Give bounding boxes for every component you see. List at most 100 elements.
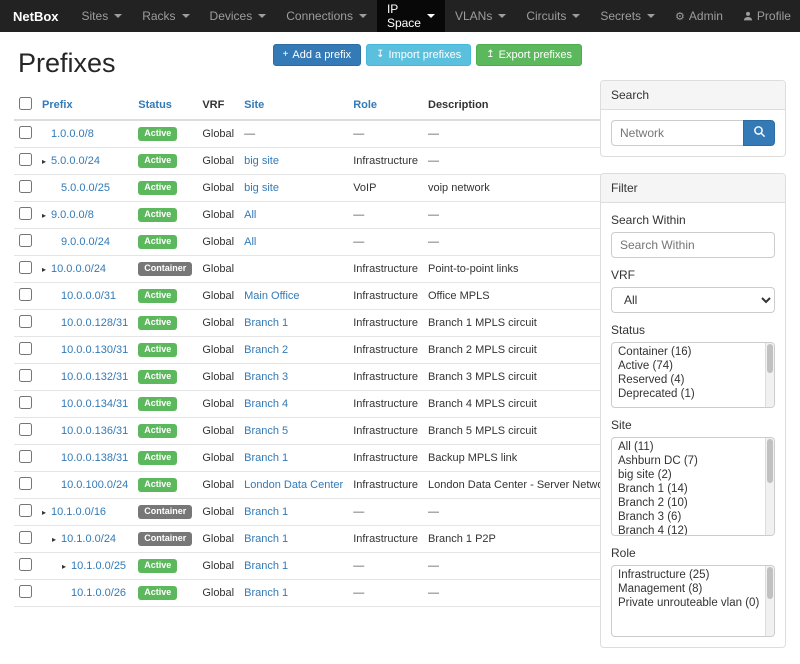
sort-link[interactable]: Site bbox=[244, 99, 264, 111]
scrollbar[interactable] bbox=[765, 343, 774, 407]
site-link[interactable]: big site bbox=[244, 155, 279, 167]
search-within-input[interactable] bbox=[611, 232, 775, 258]
listbox-option[interactable]: All (11) bbox=[612, 440, 764, 454]
prefix-link[interactable]: 10.1.0.0/26 bbox=[71, 587, 126, 599]
prefix-link[interactable]: 9.0.0.0/8 bbox=[51, 209, 94, 221]
prefix-link[interactable]: 10.0.100.0/24 bbox=[61, 479, 128, 491]
scrollbar-thumb[interactable] bbox=[767, 439, 773, 483]
scrollbar-thumb[interactable] bbox=[767, 344, 773, 373]
sort-link[interactable]: Role bbox=[353, 99, 377, 111]
expand-caret-icon[interactable]: ▸ bbox=[42, 211, 51, 220]
prefix-link[interactable]: 5.0.0.0/25 bbox=[61, 182, 110, 194]
site-link[interactable]: Branch 3 bbox=[244, 371, 288, 383]
listbox-option[interactable]: Ashburn DC (7) bbox=[612, 454, 764, 468]
nav-item-secrets[interactable]: Secrets bbox=[590, 0, 665, 32]
prefix-link[interactable]: 10.1.0.0/16 bbox=[51, 506, 106, 518]
prefix-link[interactable]: 9.0.0.0/24 bbox=[61, 236, 110, 248]
nav-item-ip-space[interactable]: IP Space bbox=[377, 0, 445, 32]
listbox-option[interactable]: Branch 1 (14) bbox=[612, 482, 764, 496]
listbox-option[interactable]: Infrastructure (25) bbox=[612, 568, 764, 582]
brand-netbox[interactable]: NetBox bbox=[0, 0, 72, 32]
site-link[interactable]: big site bbox=[244, 182, 279, 194]
site-link[interactable]: All bbox=[244, 209, 256, 221]
expand-caret-icon[interactable]: ▸ bbox=[62, 562, 71, 571]
site-link[interactable]: London Data Center bbox=[244, 479, 343, 491]
listbox-option[interactable]: Branch 4 (12) bbox=[612, 524, 764, 536]
site-link[interactable]: All bbox=[244, 236, 256, 248]
listbox-option[interactable]: Branch 3 (6) bbox=[612, 510, 764, 524]
sort-link[interactable]: Prefix bbox=[42, 99, 73, 111]
prefix-link[interactable]: 10.1.0.0/25 bbox=[71, 560, 126, 572]
listbox-option[interactable]: Active (74) bbox=[612, 359, 764, 373]
site-listbox[interactable]: All (11)Ashburn DC (7)big site (2)Branch… bbox=[611, 437, 775, 536]
row-checkbox[interactable] bbox=[19, 531, 32, 544]
listbox-option[interactable]: Deprecated (1) bbox=[612, 387, 764, 401]
prefix-link[interactable]: 5.0.0.0/24 bbox=[51, 155, 100, 167]
row-checkbox[interactable] bbox=[19, 396, 32, 409]
site-link[interactable]: Branch 5 bbox=[244, 425, 288, 437]
prefix-link[interactable]: 10.0.0.132/31 bbox=[61, 371, 128, 383]
row-checkbox[interactable] bbox=[19, 477, 32, 490]
expand-caret-icon[interactable]: ▸ bbox=[42, 508, 51, 517]
export-prefixes-button[interactable]: ↥ Export prefixes bbox=[476, 44, 582, 66]
row-checkbox[interactable] bbox=[19, 558, 32, 571]
site-link[interactable]: Branch 2 bbox=[244, 344, 288, 356]
prefix-link[interactable]: 10.0.0.130/31 bbox=[61, 344, 128, 356]
row-checkbox[interactable] bbox=[19, 207, 32, 220]
listbox-option[interactable]: Management (8) bbox=[612, 582, 764, 596]
expand-caret-icon[interactable]: ▸ bbox=[42, 157, 51, 166]
row-checkbox[interactable] bbox=[19, 234, 32, 247]
select-all-checkbox[interactable] bbox=[19, 97, 32, 110]
row-checkbox[interactable] bbox=[19, 369, 32, 382]
import-prefixes-button[interactable]: ↧ Import prefixes bbox=[366, 44, 471, 66]
site-link[interactable]: Branch 4 bbox=[244, 398, 288, 410]
row-checkbox[interactable] bbox=[19, 342, 32, 355]
prefix-link[interactable]: 10.0.0.0/24 bbox=[51, 263, 106, 275]
prefix-link[interactable]: 10.0.0.134/31 bbox=[61, 398, 128, 410]
site-link[interactable]: Branch 1 bbox=[244, 533, 288, 545]
nav-item-racks[interactable]: Racks bbox=[132, 0, 199, 32]
site-link[interactable]: Branch 1 bbox=[244, 317, 288, 329]
prefix-link[interactable]: 1.0.0.0/8 bbox=[51, 128, 94, 140]
vrf-select[interactable]: All bbox=[611, 287, 775, 313]
scrollbar[interactable] bbox=[765, 438, 774, 535]
row-checkbox[interactable] bbox=[19, 450, 32, 463]
prefix-link[interactable]: 10.1.0.0/24 bbox=[61, 533, 116, 545]
scrollbar[interactable] bbox=[765, 566, 774, 636]
role-listbox[interactable]: Infrastructure (25)Management (8)Private… bbox=[611, 565, 775, 637]
nav-item-devices[interactable]: Devices bbox=[200, 0, 277, 32]
row-checkbox[interactable] bbox=[19, 153, 32, 166]
prefix-link[interactable]: 10.0.0.138/31 bbox=[61, 452, 128, 464]
row-checkbox[interactable] bbox=[19, 315, 32, 328]
search-input[interactable] bbox=[611, 120, 743, 146]
nav-item-connections[interactable]: Connections bbox=[276, 0, 377, 32]
row-checkbox[interactable] bbox=[19, 261, 32, 274]
expand-caret-icon[interactable]: ▸ bbox=[42, 265, 51, 274]
prefix-link[interactable]: 10.0.0.0/31 bbox=[61, 290, 116, 302]
search-button[interactable] bbox=[743, 120, 775, 146]
site-link[interactable]: Branch 1 bbox=[244, 452, 288, 464]
site-link[interactable]: Main Office bbox=[244, 290, 299, 302]
listbox-option[interactable]: Container (16) bbox=[612, 345, 764, 359]
nav-item-circuits[interactable]: Circuits bbox=[516, 0, 590, 32]
row-checkbox[interactable] bbox=[19, 585, 32, 598]
expand-caret-icon[interactable]: ▸ bbox=[52, 535, 61, 544]
listbox-option[interactable]: big site (2) bbox=[612, 468, 764, 482]
site-link[interactable]: Branch 1 bbox=[244, 587, 288, 599]
site-link[interactable]: Branch 1 bbox=[244, 560, 288, 572]
status-listbox[interactable]: Container (16)Active (74)Reserved (4)Dep… bbox=[611, 342, 775, 408]
listbox-option[interactable]: Reserved (4) bbox=[612, 373, 764, 387]
row-checkbox[interactable] bbox=[19, 126, 32, 139]
listbox-option[interactable]: Private unrouteable vlan (0) bbox=[612, 596, 764, 610]
sort-link[interactable]: Status bbox=[138, 99, 172, 111]
row-checkbox[interactable] bbox=[19, 423, 32, 436]
row-checkbox[interactable] bbox=[19, 180, 32, 193]
row-checkbox[interactable] bbox=[19, 288, 32, 301]
scrollbar-thumb[interactable] bbox=[767, 567, 773, 599]
nav-item-admin[interactable]: ⚙ Admin bbox=[665, 0, 733, 32]
listbox-option[interactable]: Branch 2 (10) bbox=[612, 496, 764, 510]
prefix-link[interactable]: 10.0.0.136/31 bbox=[61, 425, 128, 437]
nav-item-vlans[interactable]: VLANs bbox=[445, 0, 516, 32]
nav-item-profile[interactable]: Profile bbox=[733, 0, 800, 32]
nav-item-sites[interactable]: Sites bbox=[72, 0, 133, 32]
